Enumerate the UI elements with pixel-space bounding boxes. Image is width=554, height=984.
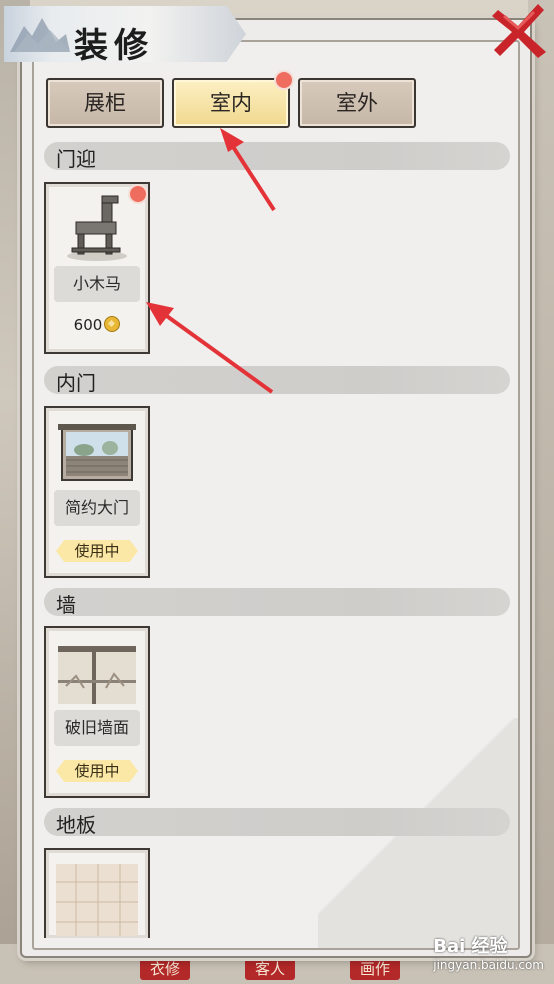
- page-title: 装修: [74, 26, 154, 66]
- section-label: 墙: [56, 593, 76, 617]
- notification-badge: [274, 70, 294, 90]
- wall-scene-icon: [58, 646, 136, 704]
- coin-icon: [104, 316, 121, 332]
- item-name: 破旧墙面: [54, 710, 140, 746]
- tab-label: 室外: [336, 91, 378, 115]
- section-label: 内门: [56, 371, 96, 395]
- in-use-badge: 使用中: [56, 760, 138, 782]
- tab-label: 展柜: [84, 91, 126, 115]
- floor-pattern-icon: [56, 864, 138, 936]
- item-card-floor[interactable]: [44, 848, 150, 938]
- tab-indoor[interactable]: 室内: [172, 78, 290, 128]
- nav-tab-1[interactable]: 客人: [245, 958, 296, 980]
- tab-outdoor[interactable]: 室外: [298, 78, 416, 128]
- mountain-icon: [10, 18, 70, 52]
- section-label: 地板: [56, 813, 96, 837]
- item-card-shabby-wall[interactable]: 破旧墙面 使用中: [44, 626, 150, 798]
- nav-tab-2[interactable]: 画作: [350, 958, 401, 980]
- tab-display-case[interactable]: 展柜: [46, 78, 164, 128]
- price-value: 600: [73, 316, 103, 334]
- item-card-simple-door[interactable]: 简约大门 使用中: [44, 406, 150, 578]
- item-name: 小木马: [54, 266, 140, 302]
- wooden-horse-icon: [67, 195, 127, 261]
- section-header: 墙: [44, 588, 510, 617]
- section-header: 内门: [44, 366, 510, 395]
- title-banner: 装修: [4, 6, 246, 62]
- watermark: Bai 经验 jingyan.baidu.com: [433, 932, 544, 972]
- door-scene-icon: [58, 424, 136, 481]
- item-card-wooden-horse[interactable]: 小木马 600: [44, 182, 150, 354]
- tab-label: 室内: [210, 91, 252, 115]
- in-use-badge: 使用中: [56, 540, 138, 562]
- notification-badge: [128, 184, 148, 204]
- close-button[interactable]: [488, 0, 550, 62]
- nav-tab-0[interactable]: 衣修: [140, 958, 191, 980]
- item-name: 简约大门: [54, 490, 140, 526]
- section-label: 门迎: [56, 147, 96, 171]
- item-price: 600: [46, 316, 148, 334]
- section-header: 门迎: [44, 142, 510, 171]
- watermark-url: jingyan.baidu.com: [433, 958, 544, 972]
- watermark-logo: Bai 经验: [433, 936, 508, 957]
- section-header: 地板: [44, 808, 510, 837]
